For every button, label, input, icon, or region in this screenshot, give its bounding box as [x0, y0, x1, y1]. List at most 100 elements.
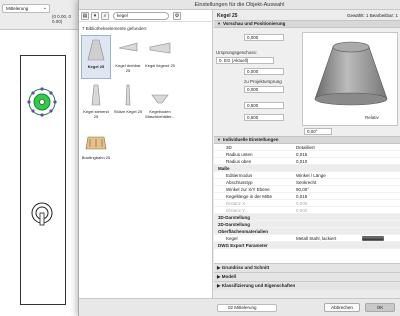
search-input[interactable]: kegel — [113, 11, 169, 20]
projection-label: zu Projektursprung — [244, 79, 282, 84]
section-label: Individuelle Einstellungen — [223, 137, 279, 142]
3d-preview[interactable]: Relativ — [302, 32, 398, 126]
sidebar-toggle-icon[interactable]: ▤ — [81, 11, 89, 20]
section-model[interactable]: ▶ Modell — [214, 272, 400, 281]
library-item-label: Stütze Kegel 25 — [113, 109, 143, 114]
width-field[interactable]: 0,500 — [244, 102, 284, 109]
layer-select[interactable]: Mittelerung ⌄ — [2, 4, 50, 13]
ok-button[interactable]: OK — [365, 303, 395, 312]
property-row[interactable]: Editiermodus Winkel / Länge — [214, 172, 400, 179]
property-value: 0,015 — [296, 194, 308, 199]
section-floorplan[interactable]: ▶ Grundriss und Schnitt — [214, 263, 400, 272]
tank-bottom-icon — [151, 94, 169, 104]
preview-section: 0,000 Ursprungsgeschoss: 0. EG (Aktuell)… — [214, 28, 400, 136]
library-item[interactable]: Bowlingbahn 25 — [81, 127, 111, 171]
angle-field[interactable]: 0,00° — [304, 128, 332, 135]
library-item-label: Kegel 25 — [87, 64, 105, 69]
element-name: Kegel 25 — [217, 13, 238, 19]
coordinate-readout: (0 0.00, 0 0.00) — [52, 14, 72, 24]
height-field[interactable]: 0,000 — [244, 34, 284, 41]
settings-icon[interactable]: ⚙ — [173, 11, 181, 20]
folder-icon[interactable]: ▾ — [91, 11, 99, 20]
properties-spacer — [214, 249, 400, 263]
search-icon[interactable]: ⌕ — [101, 11, 109, 20]
property-group-label: 2D-Darstellung — [218, 222, 251, 227]
relative-label: Relativ — [365, 115, 379, 120]
property-row[interactable]: Radius unten 0,015 — [214, 151, 400, 158]
library-item-label: Bowlingbahn 25 — [81, 155, 111, 160]
library-pane: ▤ ▾ ⌕ kegel ⚙ 7 Bibliothekselemente gefu… — [79, 10, 213, 298]
properties-table: 3D Detailliert Radius unten 0,015 Radius o… — [214, 144, 400, 249]
property-row[interactable]: Winkel zur X/Y Ebene 90,00° — [214, 186, 400, 193]
library-item[interactable]: Kegel 25 — [81, 35, 111, 79]
property-value: 0,000 — [296, 201, 308, 206]
cone-rotated-icon — [118, 42, 138, 52]
dialog-title: Einstellungen für die Objekt-Auswahl — [194, 2, 285, 8]
property-row[interactable]: Kegellänge in der Mitte 0,015 — [214, 193, 400, 200]
selection-info: Gewählt: 1 Bearbeitbar: 1 — [346, 13, 398, 18]
layer-footer-select[interactable]: 02 Mittelerung — [217, 304, 277, 312]
results-count: 7 Bibliothekselemente gefunden: — [82, 26, 148, 31]
property-group-label: Maße — [218, 166, 230, 171]
library-item[interactable]: Kegel drehbar 25 — [113, 35, 143, 79]
layer-select-value: Mittelerung — [6, 6, 29, 11]
property-group-label: Oberflächenmaterialien — [218, 229, 269, 234]
property-row[interactable]: Radius oben 0,010 — [214, 158, 400, 165]
property-key: Distanz X — [226, 201, 246, 206]
property-group-label: 3D-Darstellung — [218, 215, 251, 220]
property-group[interactable]: Maße — [214, 165, 400, 172]
dialog-titlebar[interactable]: Einstellungen für die Objekt-Auswahl — [79, 0, 400, 10]
library-item[interactable]: Kegelboden Maschbehälter... — [145, 81, 175, 125]
cone-3d-preview — [314, 41, 388, 106]
section-label: Modell — [221, 274, 236, 279]
settings-header: Kegel 25 Gewählt: 1 Bearbeitbar: 1 — [214, 10, 400, 20]
property-key: Winkel zur X/Y Ebene — [226, 187, 270, 192]
property-row[interactable]: 3D Detailliert — [214, 144, 400, 151]
library-item[interactable]: Kegel stehend 25 — [81, 81, 111, 125]
projection-field[interactable]: 0,000 — [244, 86, 284, 93]
plan-symbols — [27, 87, 57, 226]
origin-select[interactable]: 0. EG (Aktuell) — [216, 57, 274, 64]
library-item[interactable]: Kegel liegend 25 — [145, 35, 175, 79]
property-value: 0,000 — [296, 208, 308, 213]
section-label: Grundriss und Schnitt — [221, 265, 270, 270]
property-row[interactable]: Distanz Y 0,000 — [214, 207, 400, 214]
material-swatch[interactable] — [362, 236, 384, 241]
cone-lying-icon — [149, 42, 171, 54]
property-key: Kegellänge in der Mitte — [226, 194, 273, 199]
origin-offset-field[interactable]: 0,000 — [244, 68, 284, 75]
property-row[interactable]: Distanz X 0,000 — [214, 200, 400, 207]
property-value: Metall Stahl, lackiert — [296, 236, 337, 241]
property-value: 0,015 — [296, 152, 308, 157]
section-label: Vorschau und Positionierung — [223, 21, 286, 26]
material-row[interactable]: Kegel Metall Stahl, lackiert — [214, 235, 400, 242]
property-key: Kegel — [226, 236, 238, 241]
settings-pane: Kegel 25 Gewählt: 1 Bearbeitbar: 1 ▼ Vors… — [214, 10, 400, 298]
cancel-button[interactable]: Abbrechen — [324, 303, 360, 312]
background-toolbar: Mittelerung ⌄ (0 0.00, 0 0.00) — [0, 0, 80, 30]
property-group[interactable]: 3D-Darstellung — [214, 214, 400, 221]
property-key: 3D — [226, 145, 232, 150]
property-key: Radius unten — [226, 152, 253, 157]
property-value: Winkel / Länge — [296, 173, 326, 178]
property-key: Editiermodus — [226, 173, 253, 178]
section-settings-header[interactable]: ▼ Individuelle Einstellungen — [214, 136, 400, 144]
object-settings-dialog: Einstellungen für die Objekt-Auswahl ▤ ▾… — [78, 0, 400, 316]
library-item[interactable]: Stütze Kegel 25 — [113, 81, 143, 125]
column-icon — [125, 84, 131, 106]
bowling-lane-icon — [85, 136, 107, 150]
section-preview-header[interactable]: ▼ Vorschau und Positionierung — [214, 20, 400, 28]
library-item-label: Kegel drehbar 25 — [115, 63, 141, 73]
property-key: Distanz Y — [226, 208, 246, 213]
property-group[interactable]: 2D-Darstellung — [214, 221, 400, 228]
property-row[interactable]: Abschlusstyp Senkrecht — [214, 179, 400, 186]
section-classification[interactable]: ▶ Klassifizierung und Eigenschaften — [214, 281, 400, 290]
property-value: 90,00° — [296, 187, 310, 192]
property-key: Abschlusstyp — [226, 180, 253, 185]
property-group[interactable]: Oberflächenmaterialien — [214, 228, 400, 235]
drawing-canvas[interactable] — [0, 30, 80, 316]
cone-standing-icon — [91, 84, 101, 106]
property-group[interactable]: DWG Export Parameter — [214, 242, 400, 249]
dialog-footer: 02 Mittelerung Abbrechen OK — [79, 298, 400, 316]
depth-field[interactable]: 0,500 — [244, 114, 284, 121]
